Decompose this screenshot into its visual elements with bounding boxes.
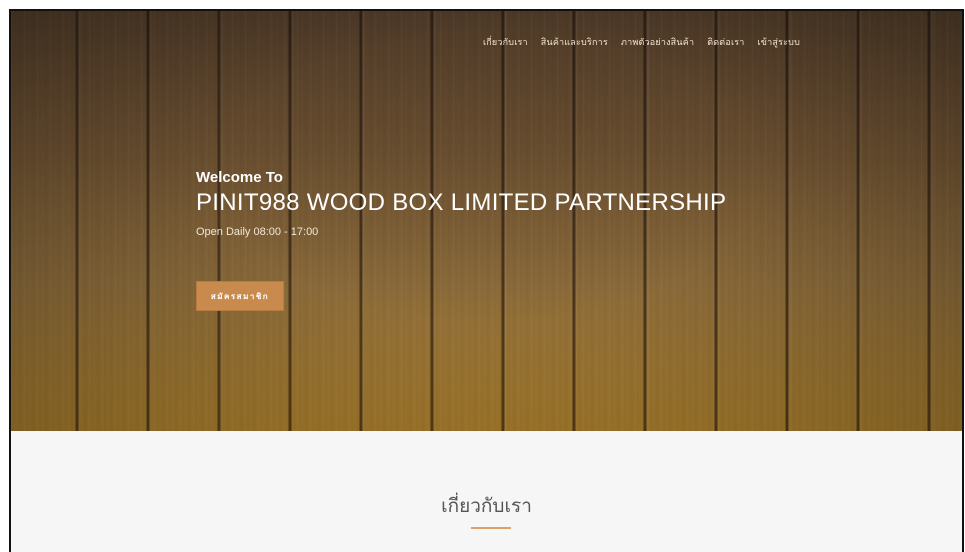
top-navigation: เกี่ยวกับเรา สินค้าและบริการ ภาพตัวอย่าง… — [483, 35, 800, 49]
register-button[interactable]: สมัครสมาชิก — [196, 281, 284, 311]
browser-viewport: เกี่ยวกับเรา สินค้าและบริการ ภาพตัวอย่าง… — [9, 9, 964, 552]
nav-item-contact[interactable]: ติดต่อเรา — [707, 35, 744, 49]
nav-item-products-services[interactable]: สินค้าและบริการ — [541, 35, 608, 49]
nav-item-about[interactable]: เกี่ยวกับเรา — [483, 35, 528, 49]
hero-company-name: PINIT988 WOOD BOX LIMITED PARTNERSHIP — [196, 189, 727, 216]
hero-vignette — [11, 11, 962, 431]
nav-item-login[interactable]: เข้าสู่ระบบ — [758, 35, 800, 49]
hero-opening-hours: Open Daily 08:00 - 17:00 — [196, 226, 319, 238]
hero-section: เกี่ยวกับเรา สินค้าและบริการ ภาพตัวอย่าง… — [11, 11, 962, 431]
about-section: เกี่ยวกับเรา — [11, 431, 962, 552]
about-title-underline — [471, 527, 511, 529]
hero-welcome-text: Welcome To — [196, 169, 283, 186]
about-section-title: เกี่ยวกับเรา — [441, 495, 532, 517]
nav-item-product-gallery[interactable]: ภาพตัวอย่างสินค้า — [621, 35, 694, 49]
